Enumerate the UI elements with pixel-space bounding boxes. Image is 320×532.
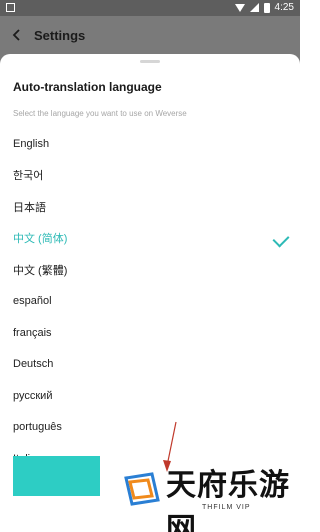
language-label: русский [13,389,53,402]
drag-handle[interactable] [140,60,160,63]
language-option-portuguese[interactable]: português [0,412,300,444]
page-title: Settings [34,27,86,43]
status-time: 4:25 [274,2,294,13]
confirm-button[interactable] [13,456,100,496]
language-option-chinese-traditional[interactable]: 中文 (繁體) [0,254,300,286]
language-option-russian[interactable]: русский [0,380,300,412]
language-label: español [13,295,52,308]
app-bar: Settings [0,16,300,54]
language-option-chinese-simplified[interactable]: 中文 (简体) [0,223,300,255]
language-label: 中文 (简体) [13,233,68,246]
battery-icon [263,2,270,13]
language-list: English 한국어 日本語 中文 (简体) 中文 (繁體) español … [0,128,300,475]
language-label: français [13,326,52,339]
language-option-spanish[interactable]: español [0,286,300,318]
language-label: English [13,137,50,150]
language-label: Deutsch [13,358,54,371]
language-option-japanese[interactable]: 日本語 [0,191,300,223]
status-bar: 4:25 [0,0,300,16]
language-bottom-sheet: Auto-translation language Select the lan… [0,54,300,532]
sheet-title: Auto-translation language [13,80,162,94]
sheet-subtitle: Select the language you want to use on W… [13,109,187,118]
watermark-subtext: THFILM VIP [202,504,251,511]
language-label: 中文 (繁體) [13,264,68,277]
back-arrow-glyph [12,29,20,41]
wifi-icon [234,3,245,12]
back-arrow-icon[interactable] [10,28,24,42]
language-option-english[interactable]: English [0,128,300,160]
watermark-text: 天府乐游网 [166,468,290,532]
notification-icon [6,3,15,12]
signal-icon [249,3,259,12]
language-label: 한국어 [13,170,44,183]
check-icon [272,230,290,247]
watermark-logo-icon [124,472,160,506]
language-option-german[interactable]: Deutsch [0,349,300,381]
language-option-korean[interactable]: 한국어 [0,160,300,192]
watermark: 天府乐游网 THFILM VIP [122,458,292,532]
language-option-french[interactable]: français [0,317,300,349]
language-label: 日本語 [13,201,46,214]
language-label: português [13,421,62,434]
status-icons: 4:25 [234,2,294,13]
